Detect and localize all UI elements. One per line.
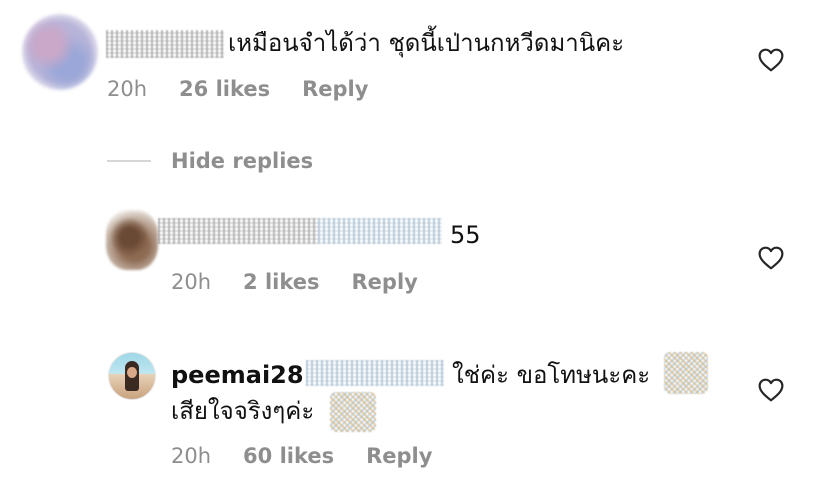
- reply-button[interactable]: Reply: [366, 444, 432, 468]
- heart-outline-icon[interactable]: [758, 246, 784, 270]
- heart-outline-icon[interactable]: [758, 378, 784, 402]
- reply-username[interactable]: peemai28: [171, 360, 304, 390]
- reply-timestamp: 20h: [171, 270, 212, 294]
- reply-item: 55 20h 2 likes Reply: [0, 200, 828, 310]
- reply-avatar[interactable]: [108, 352, 156, 400]
- comment-meta: 20h 26 likes Reply: [107, 76, 368, 102]
- hide-replies-label: Hide replies: [171, 149, 314, 173]
- comment-text: เหมือนจำได้ว่า ชุดนี้เป่านกหวีดมานิคะ: [228, 29, 625, 57]
- replies-divider-line: [107, 160, 151, 162]
- reply-avatar[interactable]: [106, 210, 158, 270]
- reply-mention-redacted[interactable]: [306, 360, 444, 386]
- reply-meta: 20h 60 likes Reply: [171, 443, 432, 469]
- emoji-redacted: [330, 392, 376, 432]
- reply-timestamp: 20h: [171, 444, 212, 468]
- reply-button[interactable]: Reply: [302, 77, 368, 101]
- comment-likes-count[interactable]: 26 likes: [179, 77, 270, 101]
- reply-meta: 20h 2 likes Reply: [171, 269, 418, 295]
- reply-likes-count[interactable]: 2 likes: [243, 270, 319, 294]
- comment-timestamp: 20h: [107, 77, 148, 101]
- commenter-username-redacted[interactable]: [106, 30, 224, 58]
- reply-text-line-1: ใช่ค่ะ ขอโทษนะคะ: [452, 361, 651, 389]
- emoji-redacted: [664, 352, 708, 394]
- reply-item: peemai28 ใช่ค่ะ ขอโทษนะคะ เสียใจจริงๆค่ะ…: [0, 340, 828, 498]
- reply-text-line-2: เสียใจจริงๆค่ะ: [171, 397, 315, 425]
- commenter-avatar[interactable]: [22, 14, 98, 90]
- reply-likes-count[interactable]: 60 likes: [243, 444, 334, 468]
- reply-button[interactable]: Reply: [352, 270, 418, 294]
- reply-username-redacted[interactable]: [158, 218, 318, 244]
- avatar-face: [127, 367, 137, 378]
- heart-outline-icon[interactable]: [758, 48, 784, 72]
- reply-mention-redacted[interactable]: [318, 218, 442, 244]
- hide-replies-toggle[interactable]: Hide replies: [107, 148, 367, 176]
- comment-item: เหมือนจำได้ว่า ชุดนี้เป่านกหวีดมานิคะ 20…: [0, 0, 828, 120]
- reply-text: 55: [450, 221, 481, 249]
